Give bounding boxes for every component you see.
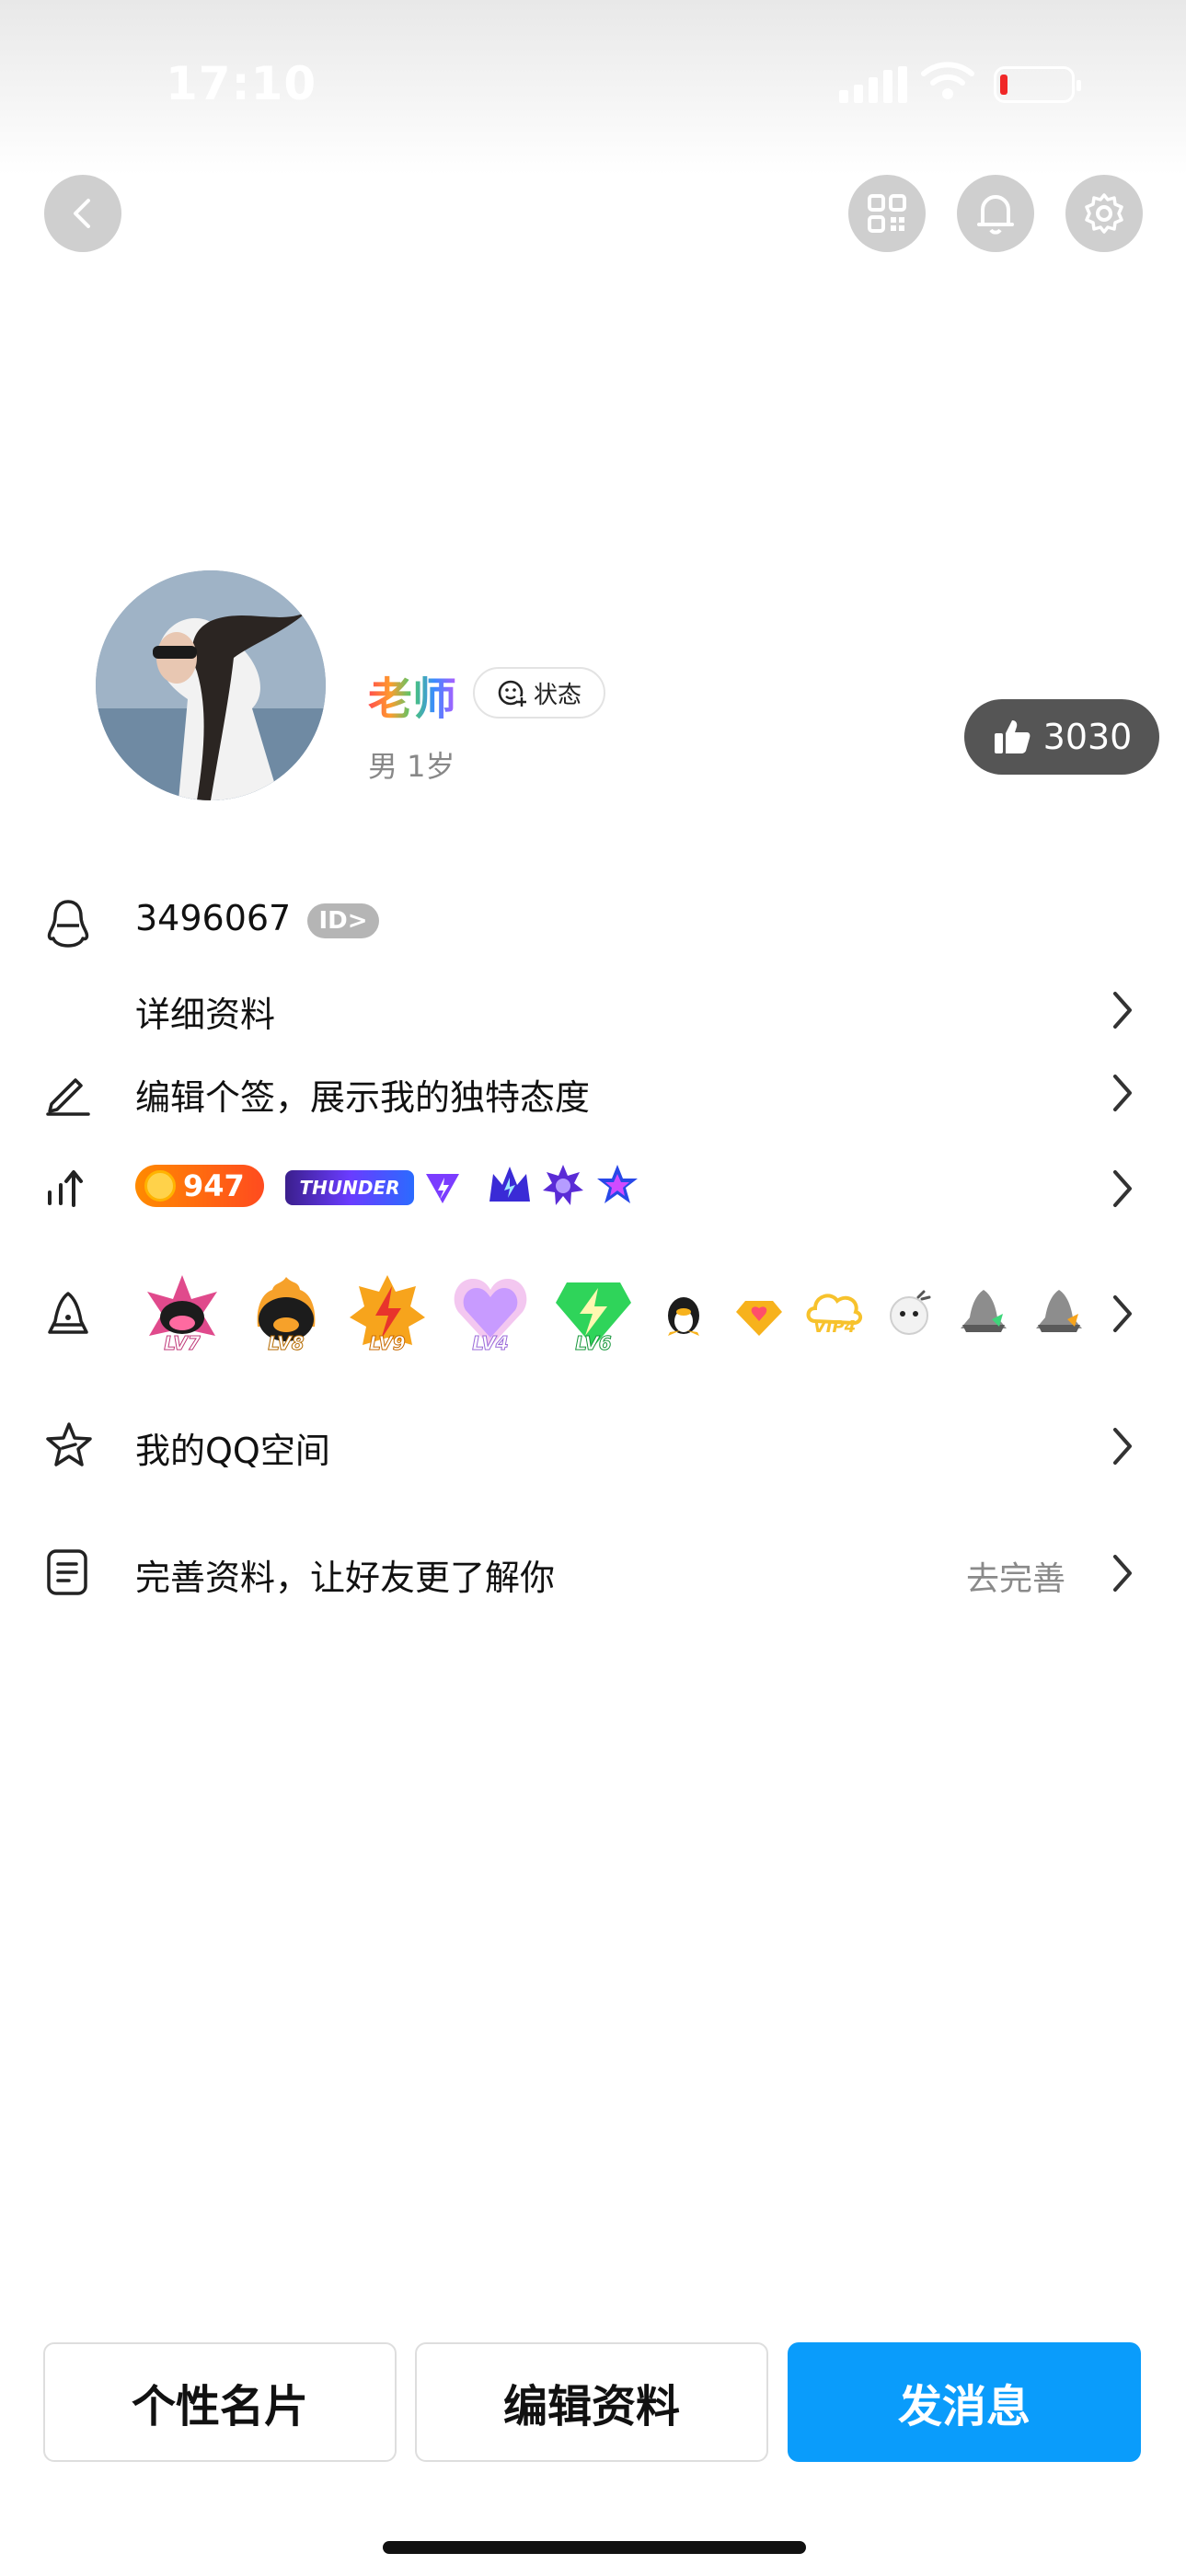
details-row[interactable]: 详细资料 (0, 977, 1186, 1041)
likes-count: 3030 (1042, 717, 1133, 757)
status-bar: 17:10 (0, 0, 1186, 175)
complete-action-link[interactable]: 去完善 (966, 1552, 1065, 1600)
badge-level-label: VIP4 (812, 1317, 857, 1337)
profile-name: 老师 (368, 662, 456, 727)
qzone-label: 我的QQ空间 (135, 1431, 330, 1471)
purple-triangle-badge-icon (426, 1174, 459, 1203)
badge-lv6-icon: LV6 (552, 1271, 635, 1360)
settings-button[interactable] (1065, 175, 1143, 252)
grey-hat-badge-icon (1036, 1290, 1082, 1332)
blue-star-badge-icon (597, 1165, 638, 1203)
gender-age: 男 1岁 (368, 749, 455, 784)
chevron-right-icon (1113, 1170, 1132, 1207)
vip4-badge-icon: VIP4 (806, 1288, 863, 1343)
qzone-row[interactable]: 我的QQ空间 (0, 1413, 1186, 1478)
chevron-right-icon (1113, 1295, 1132, 1332)
purple-star-burst-icon (543, 1165, 583, 1205)
send-message-button[interactable]: 发消息 (788, 2342, 1141, 2462)
grey-hat-badge-icon (961, 1290, 1007, 1332)
edit-profile-button[interactable]: 编辑资料 (415, 2342, 768, 2462)
badge-level-label: LV4 (472, 1332, 509, 1355)
avatar[interactable] (96, 570, 326, 800)
chevron-right-icon (1113, 1555, 1132, 1592)
crown-badge-icon (489, 1167, 530, 1202)
diamond-badge-icon (736, 1301, 782, 1336)
status-chip[interactable]: 状态 (473, 667, 605, 719)
avatar-photo (96, 570, 326, 800)
penguin-badge-icon (668, 1297, 699, 1336)
signature-text: 编辑个签，展示我的独特态度 (135, 1077, 591, 1118)
badge-level-label: LV8 (268, 1332, 305, 1355)
badge-lv8-icon: LV8 (245, 1271, 328, 1360)
level-up-icon (48, 1170, 83, 1207)
signature-row[interactable]: 编辑个签，展示我的独特态度 (0, 1060, 1186, 1124)
battery-icon (994, 66, 1081, 103)
hat-icon (48, 1292, 88, 1334)
chevron-right-icon (1113, 1075, 1132, 1111)
status-time: 17:10 (166, 57, 317, 110)
chevron-left-icon (74, 199, 90, 228)
qr-code-button[interactable] (848, 175, 926, 252)
badge-level-label: LV6 (575, 1332, 612, 1355)
wifi-icon (921, 62, 974, 99)
badge-level-label: LV9 (369, 1332, 406, 1355)
gold-value: 947 (183, 1168, 245, 1203)
details-label: 详细资料 (135, 995, 276, 1035)
status-label: 状态 (533, 681, 581, 709)
bomb-face-badge-icon (890, 1290, 931, 1335)
like-button[interactable]: 3030 (964, 699, 1159, 775)
coin-icon (144, 1170, 176, 1202)
penguin-icon (47, 900, 89, 948)
cellular-signal-icon (839, 66, 907, 103)
badge-lv4-icon: LV4 (449, 1271, 532, 1360)
chevron-right-icon (1113, 992, 1132, 1029)
badge-lv9-icon: LV9 (346, 1271, 429, 1360)
smiley-plus-icon (498, 680, 526, 707)
bell-icon (977, 195, 1014, 235)
notification-button[interactable] (957, 175, 1034, 252)
qq-number-row[interactable]: 3496067 (0, 892, 1186, 953)
chevron-right-icon (1113, 1428, 1132, 1465)
pencil-icon (46, 1078, 90, 1116)
gold-level-badge: 947 (135, 1165, 264, 1207)
back-button[interactable] (44, 175, 121, 252)
gear-icon (1085, 193, 1123, 234)
qr-code-icon (868, 194, 906, 233)
thumbs-up-icon (994, 720, 1031, 753)
qq-number: 3496067 (135, 898, 292, 938)
complete-profile-label: 完善资料，让好友更了解你 (135, 1558, 556, 1598)
thunder-badge: THUNDER (285, 1170, 414, 1205)
badge-level-label: LV7 (164, 1332, 201, 1355)
star-outline-icon (46, 1422, 92, 1466)
badge-lv7-icon: LV7 (138, 1271, 226, 1360)
id-badge[interactable]: ID> (307, 903, 379, 938)
home-indicator[interactable] (383, 2541, 806, 2554)
profile-card-button[interactable]: 个性名片 (43, 2342, 397, 2462)
document-icon (47, 1549, 87, 1595)
